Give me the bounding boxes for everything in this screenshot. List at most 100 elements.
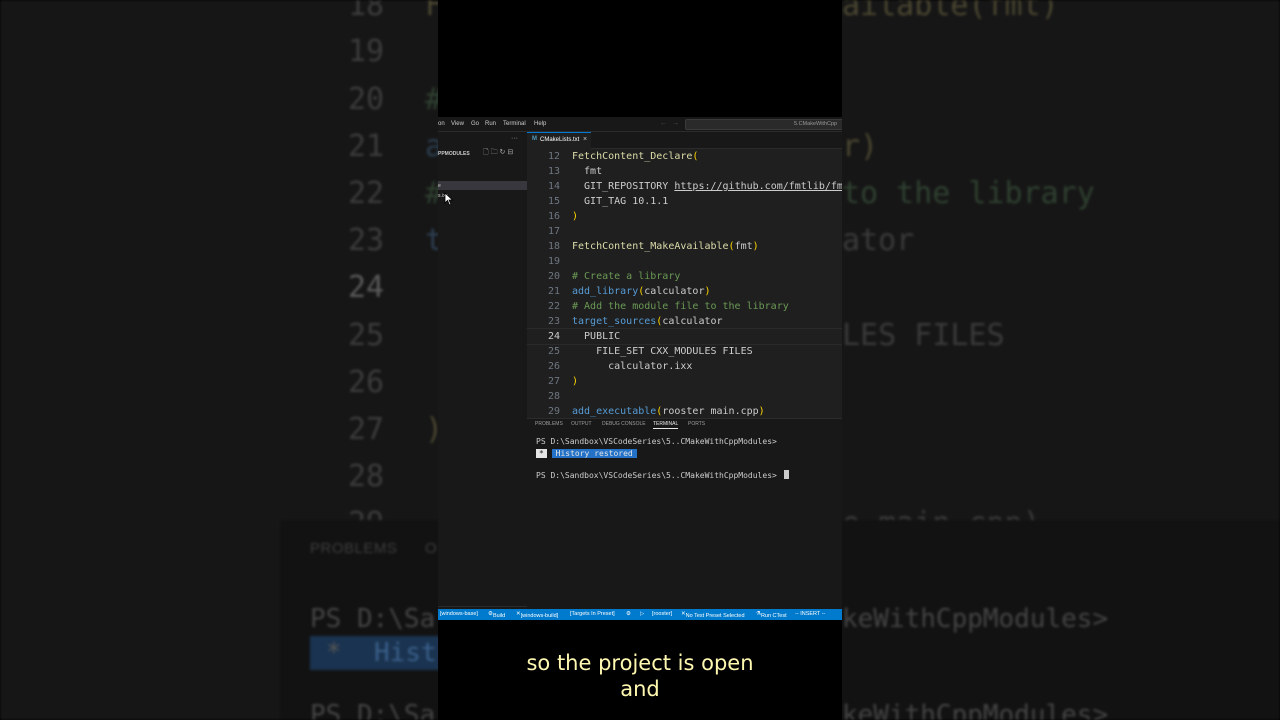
code-text: FetchContent_Declare( — [572, 149, 698, 164]
new-folder-icon[interactable]: 🗀 — [491, 149, 498, 156]
explorer-section-title[interactable]: PPMODULES — [438, 151, 470, 157]
status-build-label: Build — [492, 613, 506, 619]
status-configure-preset[interactable]: [windows-base] — [440, 611, 478, 617]
tab-problems[interactable]: PROBLEMS — [535, 421, 563, 427]
bg-line-number: 25 — [348, 318, 385, 353]
tab-terminal[interactable]: TERMINAL — [653, 421, 679, 429]
status-build-preset-label: [windows-build] — [520, 613, 559, 619]
more-actions-icon[interactable]: ··· — [511, 135, 518, 142]
bg-terminal-line-2-right: keWithCppModules> — [842, 700, 1109, 720]
code-text: calculator.ixx — [572, 359, 692, 374]
status-debug-icon[interactable]: ⚙ — [626, 611, 631, 617]
code-line[interactable]: 13 fmt — [527, 164, 842, 179]
menu-item-help[interactable]: Help — [534, 121, 546, 127]
code-line[interactable]: 27) — [527, 374, 842, 389]
tab-cmakelists[interactable]: M CMakeLists.txt × — [527, 132, 591, 149]
bg-line-number: 22 — [348, 176, 385, 211]
bg-output-tab: O — [425, 540, 438, 557]
code-line[interactable]: 29 add_executable(rooster main.cpp) — [527, 404, 842, 418]
code-token: ) — [572, 211, 579, 222]
code-line[interactable]: 28 — [527, 389, 842, 404]
cmake-file-icon: M — [532, 136, 537, 142]
status-run-icon[interactable]: ▷ — [640, 611, 644, 617]
code-token: target_sources — [572, 316, 657, 327]
code-text: # Add the module file to the library — [572, 299, 789, 314]
sidebar-divider — [438, 606, 527, 607]
code-line[interactable]: 18 FetchContent_MakeAvailable(fmt) — [527, 239, 842, 254]
code-line[interactable]: 24 PUBLIC — [527, 328, 842, 345]
refresh-icon[interactable]: ↻ — [500, 149, 506, 156]
code-line[interactable]: 21 add_library(calculator) — [527, 284, 842, 299]
new-file-icon[interactable]: 🗋 — [483, 149, 489, 156]
explorer-actions: 🗋 🗀 ↻ ⊟ — [483, 148, 513, 159]
video-caption: so the project is open and — [438, 650, 842, 702]
code-token: ) — [572, 376, 579, 387]
caption-line-1: so the project is open — [526, 651, 754, 675]
code-token: ( — [692, 151, 699, 162]
status-build-preset[interactable]: ✕ [windows-build] — [516, 611, 558, 619]
close-icon[interactable]: × — [583, 136, 587, 143]
terminal-input-line[interactable]: PS D:\Sandbox\VSCodeSeries\5..CMakeWithC… — [536, 470, 789, 480]
status-vim-mode: -- INSERT -- — [795, 611, 826, 617]
status-test-preset-label: No Test Preset Selected — [685, 613, 745, 619]
back-arrow-icon[interactable]: ← — [660, 120, 667, 127]
line-number: 16 — [547, 211, 560, 222]
bg-code: to the library — [842, 176, 1095, 211]
explorer-item[interactable]: e — [438, 181, 527, 190]
menu-item-terminal[interactable]: Terminal — [503, 121, 526, 127]
code-lines[interactable]: 12 FetchContent_Declare(13 fmt 14 GIT_REPO… — [527, 149, 842, 418]
tab-debug-console[interactable]: DEBUG CONSOLE — [602, 421, 646, 427]
bg-terminal-line-2: PS D:\Sa — [310, 700, 436, 720]
menu-item-view[interactable]: View — [451, 121, 464, 127]
line-number: 12 — [547, 151, 560, 162]
bg-problems-tab: PROBLEMS — [310, 540, 398, 557]
line-number: 29 — [547, 406, 560, 417]
line-number: 17 — [547, 226, 560, 237]
code-line[interactable]: 23 target_sources(calculator — [527, 314, 842, 329]
status-build[interactable]: ⚙ Build — [488, 611, 505, 619]
code-line[interactable]: 16) — [527, 209, 842, 224]
bg-terminal-line-right: keWithCppModules> — [842, 604, 1109, 634]
collapse-icon[interactable]: ⊟ — [507, 149, 513, 156]
menu-item-selection[interactable]: on — [438, 121, 445, 127]
status-bar: [windows-base] ⚙ Build ✕ [windows-build]… — [438, 609, 842, 620]
code-line[interactable]: 15 GIT_TAG 10.1.1 — [527, 194, 842, 209]
code-token: ) — [752, 241, 759, 252]
code-line[interactable]: 19 — [527, 254, 842, 269]
code-token: PUBLIC — [572, 331, 621, 342]
bg-line-number: 21 — [348, 129, 385, 164]
status-launch-target[interactable]: [rooster] — [652, 611, 672, 617]
code-text: # Create a library — [572, 269, 680, 284]
video-frame: on View Go Run Terminal Help ← → 5.CMake… — [438, 0, 842, 720]
code-line[interactable]: 17 — [527, 224, 842, 239]
code-text: FetchContent_MakeAvailable(fmt) — [572, 239, 759, 254]
terminal-cursor — [783, 470, 789, 479]
search-text: 5.CMakeWithCpp — [794, 121, 838, 127]
status-test-preset[interactable]: ✕ No Test Preset Selected — [681, 611, 745, 619]
menu-item-go[interactable]: Go — [471, 121, 479, 127]
forward-arrow-icon[interactable]: → — [672, 120, 679, 127]
status-targets[interactable]: [Targets In Preset] — [570, 611, 615, 617]
line-number: 25 — [547, 346, 560, 357]
code-line[interactable]: 22 # Add the module file to the library — [527, 299, 842, 314]
code-line[interactable]: 14 GIT_REPOSITORY https://github.com/fmt… — [527, 179, 842, 194]
code-line[interactable]: 20 # Create a library — [527, 269, 842, 284]
code-line[interactable]: 25 FILE_SET CXX_MODULES FILES — [527, 344, 842, 359]
explorer-item-label: e — [438, 183, 441, 189]
status-run-ctest-label: Run CTest — [760, 613, 787, 619]
line-number: 23 — [547, 316, 560, 327]
menu-item-run[interactable]: Run — [485, 121, 496, 127]
code-token: FetchContent_Declare — [572, 151, 693, 162]
bg-history-text: Hist — [374, 638, 437, 668]
code-line[interactable]: 26 calculator.ixx — [527, 359, 842, 374]
code-text: add_library(calculator) — [572, 284, 711, 299]
tab-ports[interactable]: PORTS — [688, 421, 705, 427]
command-center-search[interactable]: 5.CMakeWithCpp — [685, 119, 842, 130]
code-line[interactable]: 12 FetchContent_Declare( — [527, 149, 842, 164]
line-number: 22 — [547, 301, 560, 312]
code-token: ) — [758, 406, 765, 417]
status-run-ctest[interactable]: ⚗ Run CTest — [756, 611, 787, 619]
code-token: rooster main.cpp — [662, 406, 759, 417]
tab-output[interactable]: OUTPUT — [571, 421, 592, 427]
bg-code: ailable(fmt) — [842, 0, 1059, 23]
